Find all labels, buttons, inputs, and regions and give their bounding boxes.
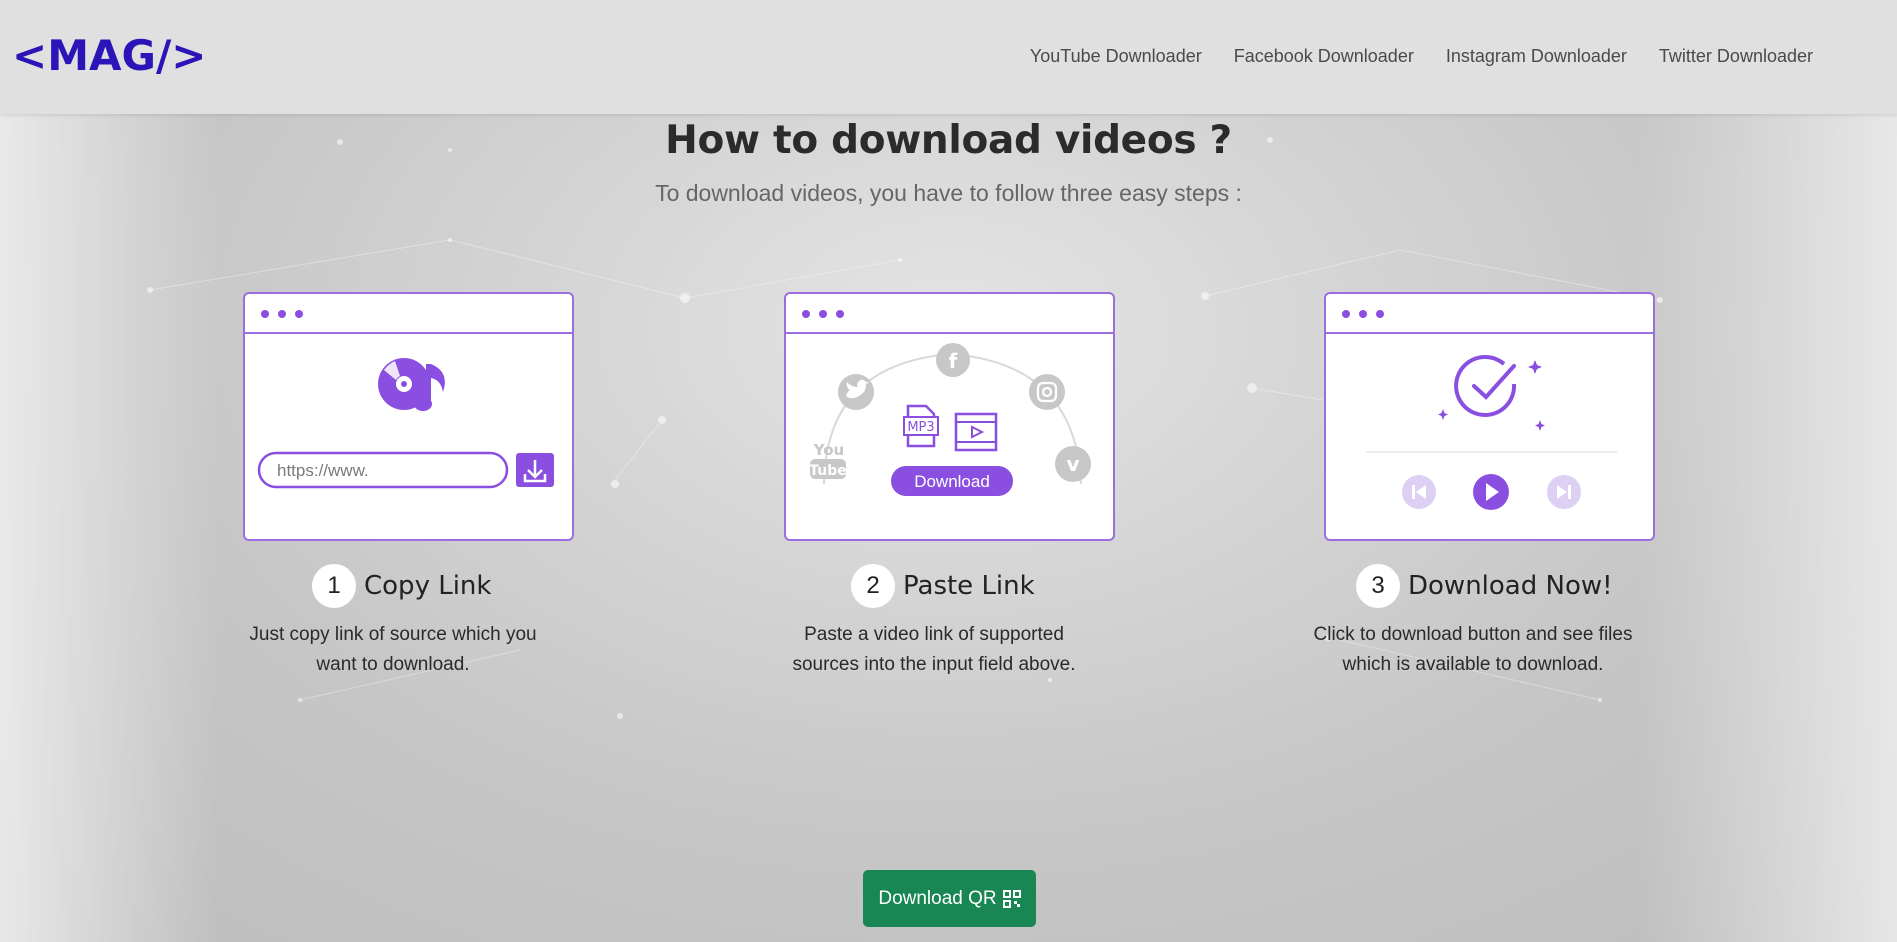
step-number-badge: 3 bbox=[1356, 564, 1400, 608]
download-button-illustration: Download bbox=[891, 466, 1013, 496]
svg-text:MP3: MP3 bbox=[907, 420, 934, 435]
svg-text:Tube: Tube bbox=[809, 463, 847, 479]
nav-link-youtube-downloader[interactable]: YouTube Downloader bbox=[1030, 46, 1202, 67]
section-title: How to download videos ? bbox=[665, 118, 1232, 163]
step-number-badge: 1 bbox=[312, 564, 356, 608]
video-film-icon bbox=[954, 412, 998, 452]
step-number-badge: 2 bbox=[851, 564, 895, 608]
step-2-illustration: f You Tube v MP3 Download bbox=[809, 343, 1091, 496]
step-2-illustration-card: f You Tube v MP3 Download bbox=[784, 292, 1115, 541]
nav-link-instagram-downloader[interactable]: Instagram Downloader bbox=[1446, 46, 1627, 67]
play-icon bbox=[1473, 474, 1509, 510]
download-icon bbox=[516, 453, 554, 487]
vimeo-icon: v bbox=[1055, 446, 1091, 482]
step-1-description: Just copy link of source which you want … bbox=[249, 624, 537, 675]
browser-titlebar bbox=[245, 294, 572, 334]
url-placeholder-text: https://www. bbox=[277, 461, 369, 480]
mp3-file-icon: MP3 bbox=[903, 404, 939, 448]
sparkle-icon bbox=[1438, 360, 1545, 431]
mag-logo[interactable]: <MAG/> bbox=[12, 26, 202, 88]
step-3-description: Click to download button and see files w… bbox=[1313, 624, 1633, 675]
svg-text:f: f bbox=[949, 349, 958, 373]
step-title: Download Now! bbox=[1408, 571, 1613, 601]
instagram-icon bbox=[1029, 374, 1065, 410]
window-dot bbox=[802, 310, 810, 318]
download-qr-label: Download QR bbox=[878, 887, 997, 909]
window-dot bbox=[1342, 310, 1350, 318]
music-disc-icon bbox=[378, 358, 445, 411]
window-dot bbox=[278, 310, 286, 318]
step-1-heading: 1 Copy Link bbox=[312, 564, 491, 608]
browser-titlebar bbox=[786, 294, 1113, 334]
nav-links: YouTube Downloader Facebook Downloader I… bbox=[1030, 46, 1813, 67]
section-subtitle: To download videos, you have to follow t… bbox=[655, 180, 1242, 206]
facebook-icon: f bbox=[936, 343, 970, 377]
check-circle-icon bbox=[1454, 355, 1517, 417]
window-dot bbox=[295, 310, 303, 318]
svg-text:<MAG/>: <MAG/> bbox=[12, 31, 202, 80]
youtube-icon: You Tube bbox=[809, 441, 847, 479]
step-1-illustration: https://www. bbox=[257, 358, 554, 489]
skip-back-icon bbox=[1402, 475, 1436, 509]
step-3-illustration-card bbox=[1324, 292, 1655, 541]
twitter-icon bbox=[838, 374, 874, 410]
qr-code-icon bbox=[1002, 889, 1021, 908]
window-dot bbox=[836, 310, 844, 318]
step-3-heading: 3 Download Now! bbox=[1356, 564, 1613, 608]
navbar: <MAG/> YouTube Downloader Facebook Downl… bbox=[0, 0, 1897, 114]
window-dot bbox=[1359, 310, 1367, 318]
step-3-illustration bbox=[1366, 355, 1617, 510]
svg-text:Download: Download bbox=[914, 472, 990, 491]
download-qr-button[interactable]: Download QR bbox=[863, 870, 1036, 927]
svg-text:You: You bbox=[813, 441, 844, 459]
step-title: Copy Link bbox=[364, 571, 492, 601]
window-dot bbox=[261, 310, 269, 318]
step-1-illustration-card: https://www. bbox=[243, 292, 574, 541]
step-2-description: Paste a video link of supported sources … bbox=[792, 624, 1076, 675]
nav-link-twitter-downloader[interactable]: Twitter Downloader bbox=[1659, 46, 1813, 67]
svg-text:v: v bbox=[1066, 452, 1079, 476]
skip-forward-icon bbox=[1547, 475, 1581, 509]
browser-titlebar bbox=[1326, 294, 1653, 334]
window-dot bbox=[1376, 310, 1384, 318]
window-dot bbox=[819, 310, 827, 318]
nav-link-facebook-downloader[interactable]: Facebook Downloader bbox=[1234, 46, 1414, 67]
step-title: Paste Link bbox=[903, 571, 1035, 601]
step-2-heading: 2 Paste Link bbox=[851, 564, 1035, 608]
